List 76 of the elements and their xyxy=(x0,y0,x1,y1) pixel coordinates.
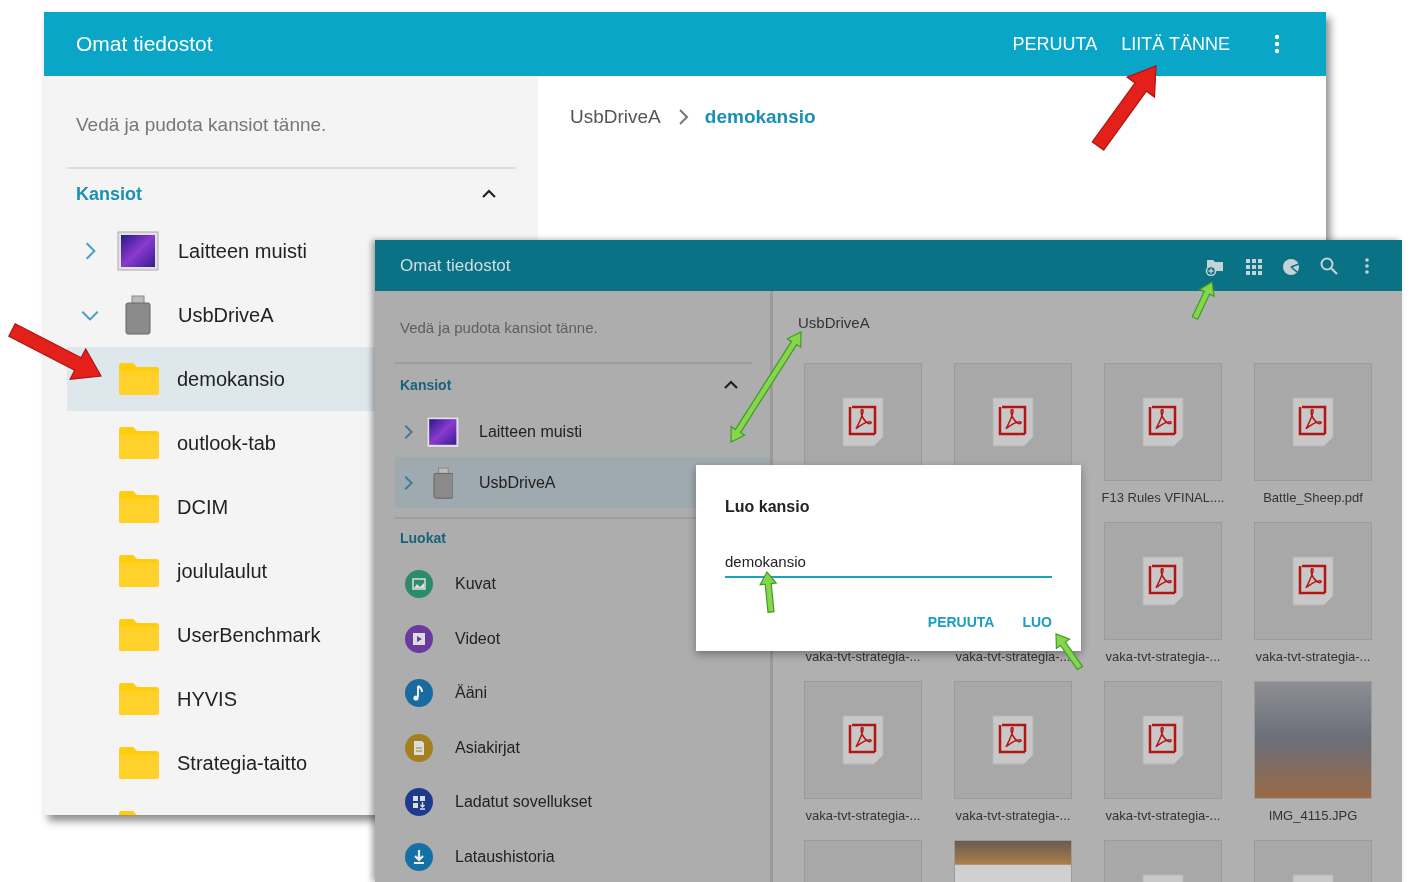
drive-row[interactable]: Laitteen muisti xyxy=(395,406,770,457)
file-tile[interactable] xyxy=(804,681,922,799)
pointer-arrow xyxy=(759,570,778,613)
folder-label: outlook-tab xyxy=(177,431,276,456)
file-tile[interactable] xyxy=(954,681,1072,799)
folder-label: UserBenchmark xyxy=(177,623,321,648)
file-tile[interactable] xyxy=(1104,522,1222,640)
folder-icon xyxy=(118,490,160,524)
file-name: F13 Rules VFINAL.... xyxy=(1101,490,1225,505)
category-item[interactable]: Asiakirjat xyxy=(395,720,770,775)
file-name: vaka-tvt-strategia-... xyxy=(955,649,1071,664)
folder-path: UsbDriveA xyxy=(798,313,871,333)
category-item[interactable]: Lataushistoria xyxy=(395,829,770,882)
section-label: Kansiot xyxy=(76,182,142,206)
folder-label: DCIM xyxy=(177,495,229,520)
pdf-file-icon xyxy=(842,715,884,765)
tree-row[interactable]: Strategia-taitto xyxy=(67,731,375,795)
file-tile[interactable] xyxy=(1254,363,1372,481)
drive-label: Laitteen muisti xyxy=(479,421,583,442)
search-icon[interactable] xyxy=(1319,255,1339,276)
folder-label: HYVIS xyxy=(177,687,238,712)
drive-label: UsbDriveA xyxy=(479,472,556,493)
pointer-arrow xyxy=(1191,281,1215,321)
file-tile[interactable] xyxy=(1254,522,1372,640)
file-name: vaka-tvt-strategia-... xyxy=(805,808,921,823)
tree-row[interactable]: outlook-tab xyxy=(67,411,375,475)
file-name: vaka-tvt-strategia-... xyxy=(805,649,921,664)
storage-icon xyxy=(117,231,159,271)
drop-hint: Vedä ja pudota kansiot tänne. xyxy=(400,318,599,338)
breadcrumb-link[interactable]: UsbDriveA xyxy=(570,104,661,130)
file-name: vaka-tvt-strategia-... xyxy=(1105,808,1221,823)
folder-icon xyxy=(118,746,160,780)
photo-placeholder[interactable] xyxy=(1254,681,1372,799)
pdf-file-icon xyxy=(842,397,884,447)
usb-drive-icon xyxy=(432,466,454,499)
section-label: Luokat xyxy=(399,528,447,548)
app-title: Omat tiedostot xyxy=(76,31,213,58)
input-field[interactable]: demokansio xyxy=(725,546,1052,578)
tree-row[interactable]: DCIM xyxy=(67,475,375,539)
folder-icon xyxy=(118,426,160,460)
storage-icon xyxy=(426,415,460,448)
file-tile[interactable] xyxy=(1104,363,1222,481)
pdf-file-icon xyxy=(1142,715,1184,765)
pdf-file-icon xyxy=(1142,556,1184,606)
folder-label[interactable]: UsbDriveA xyxy=(178,300,274,330)
drop-hint: Vedä ja pudota kansiot tänne. xyxy=(76,113,328,137)
category-item[interactable]: Ladatut sovellukset xyxy=(395,775,770,830)
pdf-file-icon xyxy=(1142,397,1184,447)
category-item[interactable]: Ääni xyxy=(395,666,770,721)
app-title: Omat tiedostot xyxy=(400,254,511,277)
section-label: Kansiot xyxy=(400,375,452,395)
folder-label: demokansio xyxy=(177,367,285,392)
folder-icon xyxy=(118,554,160,588)
folder-icon xyxy=(118,618,160,652)
usb-drive-icon xyxy=(125,295,151,335)
file-name: vaka-tvt-strategia-... xyxy=(1105,649,1221,664)
folder-label: Strategia-taitto xyxy=(177,751,308,776)
more-icon[interactable] xyxy=(1274,34,1280,54)
file-name: vaka-tvt-strategia-... xyxy=(1255,649,1371,664)
tree-row[interactable]: HYVIS xyxy=(67,667,375,731)
pdf-file-icon xyxy=(992,397,1034,447)
file-tile[interactable] xyxy=(1104,681,1222,799)
pdf-file-icon xyxy=(992,715,1034,765)
file-name: vaka-tvt-strategia-... xyxy=(955,808,1071,823)
breadcrumb-link[interactable]: demokansio xyxy=(704,104,816,130)
pdf-file-icon xyxy=(1292,556,1334,606)
tree-row[interactable]: joululaulut xyxy=(67,539,375,603)
file-name: Battle_Sheep.pdf xyxy=(1263,490,1363,505)
folder-label: joululaulut xyxy=(177,559,268,584)
file-name: IMG_4115.JPG xyxy=(1268,808,1358,823)
folder-icon xyxy=(118,682,160,716)
folder-icon xyxy=(118,362,160,396)
folder-label[interactable]: Laitteen muisti xyxy=(178,236,307,266)
tree-row[interactable]: demokansio xyxy=(67,347,375,411)
tree-row[interactable]: UserBenchmark xyxy=(67,603,375,667)
pdf-file-icon xyxy=(1292,397,1334,447)
